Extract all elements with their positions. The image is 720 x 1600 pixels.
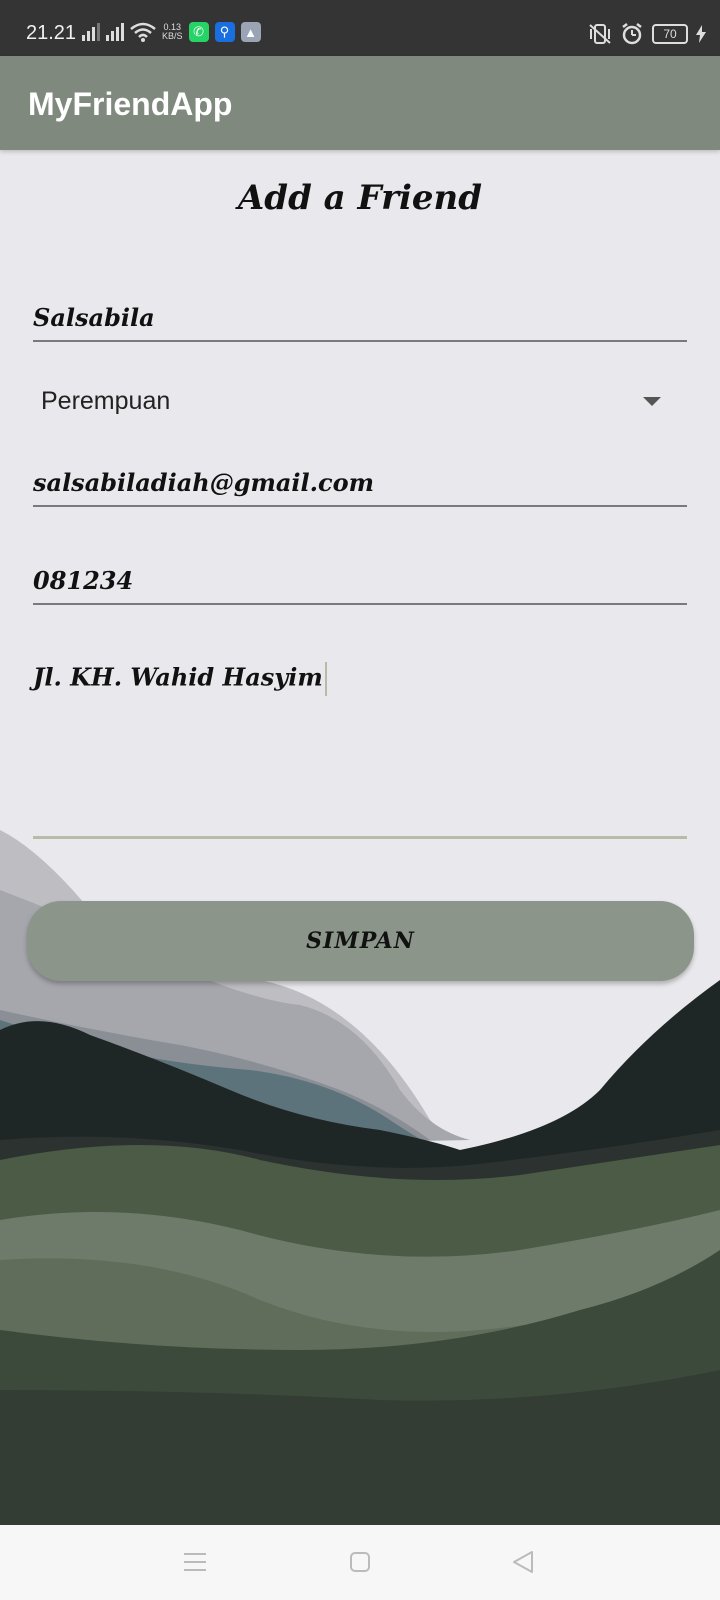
save-button[interactable]: SIMPAN [27, 901, 694, 981]
back-icon[interactable] [508, 1547, 538, 1577]
network-speed: 0.13 KB/S [162, 22, 183, 41]
status-bar: 21.21 0.13 KB/S ✆ ⚲ ▲ 70 [0, 0, 720, 56]
text-cursor [324, 662, 327, 696]
menu-icon[interactable] [180, 1547, 210, 1577]
address-input-value: Jl. KH. Wahid Hasyim [33, 662, 323, 692]
status-time: 21.21 [26, 22, 77, 44]
home-icon[interactable] [345, 1547, 375, 1577]
phone-field[interactable]: 081234 [33, 553, 687, 605]
status-icons-right: 70 [588, 22, 706, 46]
page-title: Add a Friend [237, 178, 483, 218]
signal-icon [82, 23, 100, 41]
navigation-bar [0, 1525, 720, 1600]
address-field[interactable]: Jl. KH. Wahid Hasyim [33, 640, 687, 839]
email-input-value: salsabiladiah@gmail.com [33, 468, 375, 497]
whatsapp-icon: ✆ [188, 22, 209, 42]
battery-icon: 70 [652, 24, 688, 44]
gender-dropdown[interactable]: Perempuan [33, 370, 687, 430]
vibrate-icon [589, 24, 611, 44]
app-title: MyFriendApp [28, 86, 233, 122]
app-bar: MyFriendApp [0, 56, 720, 150]
signal-icon [106, 23, 124, 41]
name-field[interactable]: Salsabila [33, 290, 687, 342]
email-field[interactable]: salsabiladiah@gmail.com [33, 455, 687, 507]
alarm-icon [622, 23, 642, 45]
usb-icon: ⚲ [214, 22, 235, 42]
wifi-icon [130, 22, 156, 42]
dropdown-arrow-icon [643, 397, 661, 406]
gender-selected-value: Perempuan [41, 387, 171, 415]
phone-input-value: 081234 [33, 566, 134, 595]
status-icons-left: 0.13 KB/S ✆ ⚲ ▲ [82, 22, 261, 42]
app-notification-icon: ▲ [240, 22, 261, 42]
name-input-value: Salsabila [33, 303, 155, 332]
charging-icon [696, 25, 706, 43]
